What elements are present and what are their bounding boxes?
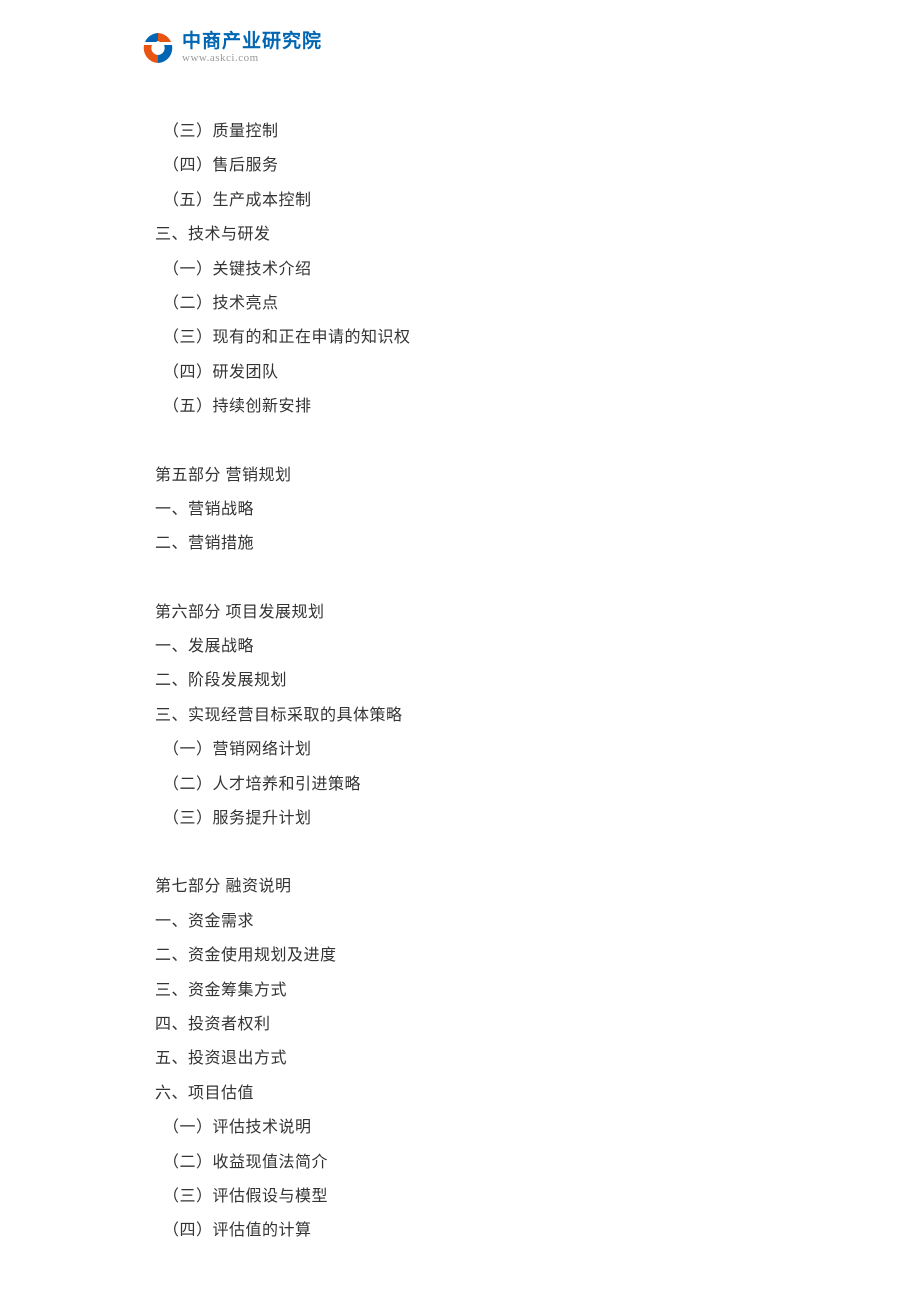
toc-line: （三）服务提升计划 xyxy=(155,802,755,836)
toc-line: 一、营销战略 xyxy=(155,493,755,527)
toc-line: （二）人才培养和引进策略 xyxy=(155,768,755,802)
toc-line: 三、实现经营目标采取的具体策略 xyxy=(155,699,755,733)
toc-line: （三）评估假设与模型 xyxy=(155,1180,755,1214)
section-title: 第五部分 营销规划 xyxy=(155,459,755,493)
toc-line: （三）现有的和正在申请的知识权 xyxy=(155,321,755,355)
logo-title: 中商产业研究院 xyxy=(182,32,322,51)
toc-line: 五、投资退出方式 xyxy=(155,1042,755,1076)
toc-line: （四）研发团队 xyxy=(155,356,755,390)
toc-line: （一）评估技术说明 xyxy=(155,1111,755,1145)
toc-line: （五）生产成本控制 xyxy=(155,184,755,218)
toc-line: 一、资金需求 xyxy=(155,905,755,939)
section-title: 第六部分 项目发展规划 xyxy=(155,596,755,630)
toc-line: （三）质量控制 xyxy=(155,115,755,149)
document-header: 中商产业研究院 www.askci.com xyxy=(140,30,322,66)
document-content: （三）质量控制 （四）售后服务 （五）生产成本控制 三、技术与研发 （一）关键技… xyxy=(155,115,755,1249)
toc-line: （四）评估值的计算 xyxy=(155,1214,755,1248)
logo-text-group: 中商产业研究院 www.askci.com xyxy=(182,32,322,64)
toc-line: 三、技术与研发 xyxy=(155,218,755,252)
toc-line: 三、资金筹集方式 xyxy=(155,974,755,1008)
logo-icon xyxy=(140,30,176,66)
toc-line: （二）技术亮点 xyxy=(155,287,755,321)
toc-line: 二、资金使用规划及进度 xyxy=(155,939,755,973)
toc-line: 四、投资者权利 xyxy=(155,1008,755,1042)
logo-url: www.askci.com xyxy=(182,53,322,64)
toc-line: 一、发展战略 xyxy=(155,630,755,664)
toc-line: 二、阶段发展规划 xyxy=(155,664,755,698)
toc-line: 二、营销措施 xyxy=(155,527,755,561)
toc-line: 六、项目估值 xyxy=(155,1077,755,1111)
section-title: 第七部分 融资说明 xyxy=(155,870,755,904)
toc-line: （五）持续创新安排 xyxy=(155,390,755,424)
toc-line: （一）关键技术介绍 xyxy=(155,253,755,287)
toc-line: （四）售后服务 xyxy=(155,149,755,183)
toc-line: （二）收益现值法简介 xyxy=(155,1146,755,1180)
toc-line: （一）营销网络计划 xyxy=(155,733,755,767)
